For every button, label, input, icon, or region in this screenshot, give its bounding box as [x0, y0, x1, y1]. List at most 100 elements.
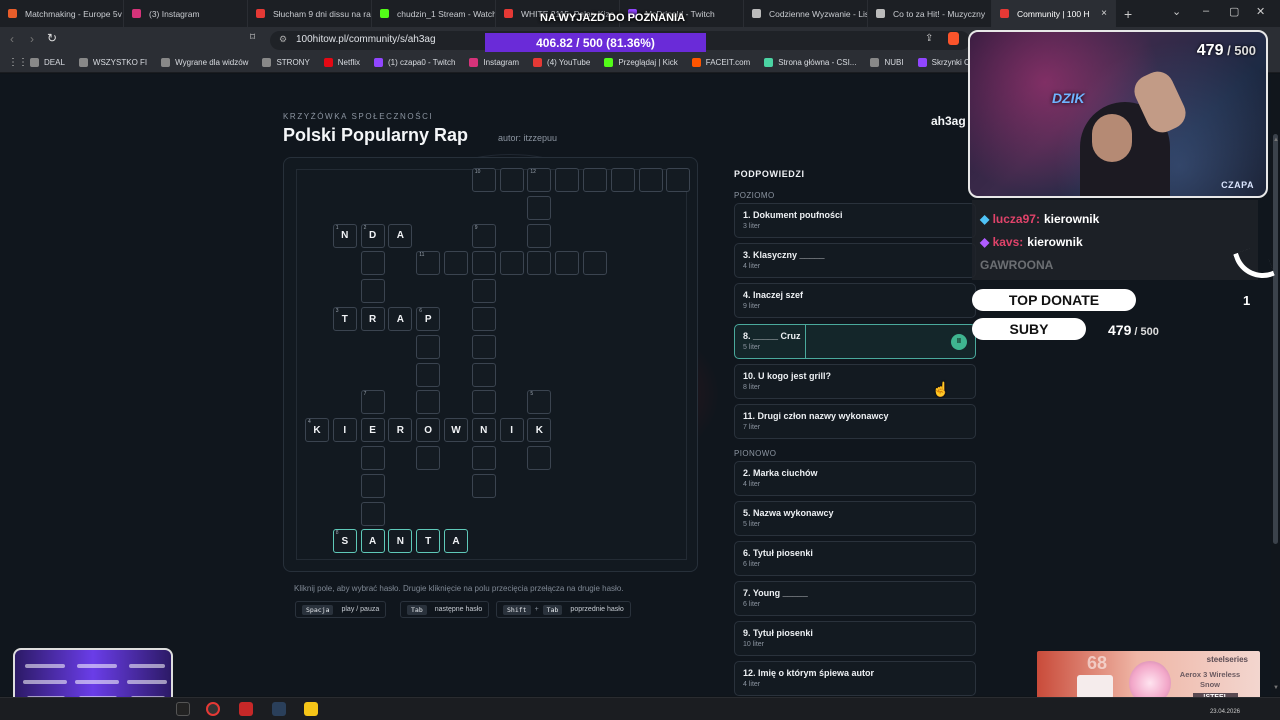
crossword-cell[interactable]: O: [416, 418, 441, 443]
bookmark-item[interactable]: Strona główna - CSI...: [764, 58, 856, 67]
crossword-cell[interactable]: E: [360, 418, 385, 443]
crossword-cell[interactable]: [471, 251, 496, 276]
tab-close-icon[interactable]: ×: [1101, 8, 1107, 19]
bookmark-item[interactable]: Netflix: [323, 58, 360, 67]
scroll-up-icon[interactable]: ▲: [1273, 137, 1279, 143]
pause-icon[interactable]: II: [951, 333, 967, 350]
crossword-cell[interactable]: A: [388, 223, 413, 248]
browser-tab[interactable]: Matchmaking - Europe 5v: [0, 0, 124, 27]
app-icon[interactable]: [304, 702, 318, 716]
bookmark-item[interactable]: STRONY: [262, 58, 310, 67]
page-scrollbar[interactable]: [1271, 74, 1280, 696]
crossword-cell[interactable]: [471, 390, 496, 415]
crossword-cell[interactable]: R: [360, 307, 385, 331]
clue-item[interactable]: 6. Tytuł piosenki 6 liter: [734, 541, 976, 576]
crossword-cell[interactable]: [610, 168, 635, 192]
clue-item[interactable]: 9. Tytuł piosenki 10 liter: [734, 621, 976, 656]
crossword-cell[interactable]: W: [444, 418, 468, 443]
crossword-cell[interactable]: N: [471, 418, 496, 443]
crossword-cell[interactable]: [416, 446, 441, 470]
crossword-cell[interactable]: [416, 362, 441, 387]
clue-item[interactable]: 7. Young _____ 6 liter: [734, 581, 976, 616]
crossword-cell[interactable]: A: [444, 529, 468, 554]
forward-icon[interactable]: ›: [30, 32, 34, 46]
new-tab-button[interactable]: +: [1124, 6, 1144, 22]
crossword-cell[interactable]: [527, 223, 552, 248]
crossword-cell[interactable]: 2D: [360, 223, 385, 248]
tab-list-icon[interactable]: ⌄: [1172, 5, 1181, 18]
app-icon[interactable]: [272, 702, 286, 716]
crossword-cell[interactable]: [666, 168, 691, 192]
reload-icon[interactable]: ↻: [47, 31, 57, 45]
bookmark-page-icon[interactable]: ⌑: [250, 32, 255, 43]
crossword-cell[interactable]: [471, 307, 496, 331]
window-close-icon[interactable]: ✕: [1256, 5, 1265, 18]
maximize-icon[interactable]: ▢: [1229, 5, 1239, 18]
crossword-cell[interactable]: [527, 195, 552, 220]
crossword-cell[interactable]: I: [332, 418, 357, 443]
crossword-cell[interactable]: [416, 390, 441, 415]
bookmark-item[interactable]: (1) czapa0 - Twitch: [374, 58, 455, 67]
crossword-cell[interactable]: [555, 251, 580, 276]
crossword-cell[interactable]: [471, 279, 496, 304]
clue-item[interactable]: 4. Inaczej szef 9 liter: [734, 283, 976, 319]
clue-item[interactable]: 2. Marka ciuchów 4 liter: [734, 461, 976, 496]
crossword-cell[interactable]: [360, 279, 385, 304]
crossword-cell[interactable]: K: [527, 418, 552, 443]
scroll-down-icon[interactable]: ▼: [1273, 685, 1279, 691]
bookmark-item[interactable]: Przeglądaj | Kick: [604, 58, 678, 67]
crossword-cell[interactable]: 8S: [332, 529, 357, 554]
crossword-cell[interactable]: [583, 251, 607, 276]
clue-item[interactable]: 11. Drugi człon nazwy wykonawcy 7 liter: [734, 404, 976, 439]
crossword-cell[interactable]: [360, 251, 385, 276]
crossword-cell[interactable]: 6P: [416, 307, 441, 331]
crossword-cell[interactable]: [416, 334, 441, 359]
crossword-cell[interactable]: A: [388, 307, 413, 331]
crossword-cell[interactable]: A: [360, 529, 385, 554]
back-icon[interactable]: ‹: [10, 32, 14, 46]
crossword-cell[interactable]: [471, 362, 496, 387]
clue-item[interactable]: 5. Nazwa wykonawcy 5 liter: [734, 501, 976, 536]
bookmark-item[interactable]: (4) YouTube: [533, 58, 590, 67]
crossword-cell[interactable]: I: [499, 418, 524, 443]
crossword-cell[interactable]: [499, 251, 524, 276]
minimize-icon[interactable]: –: [1203, 5, 1209, 17]
crossword-cell[interactable]: [444, 251, 468, 276]
bookmark-item[interactable]: Wygrane dla widzów: [161, 58, 248, 67]
crossword-cell[interactable]: R: [388, 418, 413, 443]
crossword-cell[interactable]: [471, 473, 496, 498]
bookmark-item[interactable]: WSZYSTKO FI: [78, 58, 147, 67]
browser-tab[interactable]: Community | 100 H ×: [992, 0, 1116, 27]
crossword-cell[interactable]: 4K: [305, 418, 329, 443]
crossword-cell[interactable]: 3T: [332, 307, 357, 331]
bookmark-item[interactable]: DEAL: [30, 58, 65, 67]
crossword-cell[interactable]: T: [416, 529, 441, 554]
browser-tab[interactable]: Codzienne Wyzwanie - Lis: [744, 0, 868, 27]
clue-item[interactable]: 12. Imię o którym śpiewa autor 4 liter: [734, 661, 976, 696]
crossword-cell[interactable]: 11: [416, 251, 441, 276]
bookmark-item[interactable]: NUBI: [870, 58, 904, 67]
site-info-icon[interactable]: ⚙: [279, 34, 287, 45]
crossword-cell[interactable]: [360, 501, 385, 526]
crossword-cell[interactable]: N: [388, 529, 413, 554]
crossword-cell[interactable]: 12: [527, 168, 552, 192]
crossword-cell[interactable]: [499, 168, 524, 192]
clue-item[interactable]: 1. Dokument poufności 3 liter: [734, 203, 976, 238]
crossword-cell[interactable]: [471, 446, 496, 470]
crossword-cell[interactable]: [583, 168, 607, 192]
app-icon[interactable]: [239, 702, 253, 716]
crossword-cell[interactable]: [360, 473, 385, 498]
browser-tab[interactable]: (3) Instagram: [124, 0, 248, 27]
crossword-cell[interactable]: [360, 446, 385, 470]
crossword-cell[interactable]: [638, 168, 663, 192]
crossword-cell[interactable]: [527, 446, 552, 470]
bookmark-item[interactable]: Instagram: [469, 58, 519, 67]
browser-tab[interactable]: chudzin_1 Stream - Watch: [372, 0, 496, 27]
brave-shield-icon[interactable]: [948, 32, 959, 45]
crossword-cell[interactable]: 9: [471, 223, 496, 248]
scrollbar-thumb[interactable]: [1273, 134, 1278, 544]
crossword-cell[interactable]: [527, 251, 552, 276]
crossword-cell[interactable]: 5: [527, 390, 552, 415]
crossword-cell[interactable]: [555, 168, 580, 192]
share-icon[interactable]: ⇪: [925, 33, 933, 44]
